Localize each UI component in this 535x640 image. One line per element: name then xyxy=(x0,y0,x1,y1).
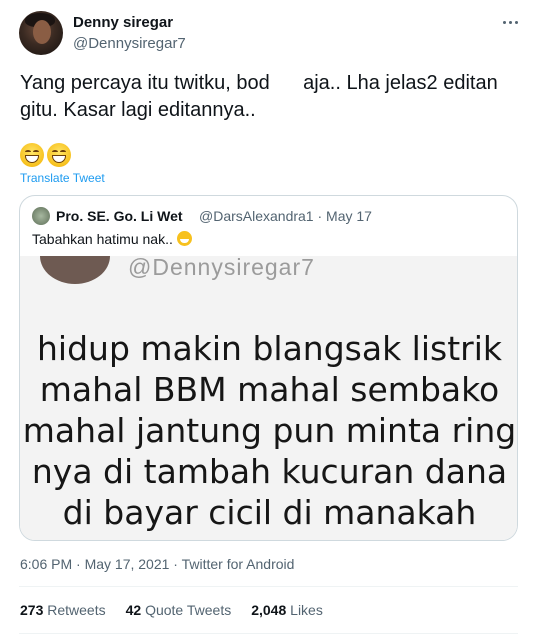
quoted-handle-date: @DarsAlexandra1 · May 17 xyxy=(199,208,372,224)
avatar[interactable] xyxy=(19,11,63,55)
divider xyxy=(19,586,518,587)
quoted-author-name: Pro. SE. Go. Li Wet xyxy=(56,208,183,224)
image-text-line: di bayar cicil di manakah xyxy=(62,493,477,532)
quoted-image[interactable]: @Dennysiregar7 hidup makin blangsak list… xyxy=(20,256,517,540)
image-text-line: hidup makin blangsak listrik xyxy=(37,329,502,368)
image-handle: @Dennysiregar7 xyxy=(128,256,315,280)
quoted-text: Tabahkan hatimu nak.. xyxy=(32,231,173,247)
image-avatar xyxy=(40,256,110,284)
author-handle[interactable]: @Dennysiregar7 xyxy=(73,35,186,52)
translate-tweet-link[interactable]: Translate Tweet xyxy=(20,171,105,185)
more-options-icon[interactable] xyxy=(500,16,520,28)
grinning-face-icon xyxy=(47,143,71,167)
quotes-label: Quote Tweets xyxy=(145,602,232,618)
author-name[interactable]: Denny siregar xyxy=(73,14,173,31)
grinning-face-icon xyxy=(20,143,44,167)
image-text: hidup makin blangsak listrik mahal BBM m… xyxy=(20,328,517,540)
image-text-line: mahal jantung pun minta ring xyxy=(22,411,517,450)
emoji-row xyxy=(20,143,71,167)
tweet-meta[interactable]: 6:06 PM · May 17, 2021 · Twitter for And… xyxy=(20,556,294,572)
retweets-stat[interactable]: 273 Retweets xyxy=(20,602,106,618)
image-text-line: nya di tambah kucuran dana xyxy=(31,452,508,491)
quotes-count: 42 xyxy=(125,602,142,618)
likes-label: Likes xyxy=(290,602,323,618)
retweets-count: 273 xyxy=(20,602,44,618)
likes-stat[interactable]: 2,048 Likes xyxy=(251,602,323,618)
likes-count: 2,048 xyxy=(251,602,287,618)
divider xyxy=(19,633,518,634)
quoted-avatar[interactable] xyxy=(32,207,50,225)
quote-tweets-stat[interactable]: 42 Quote Tweets xyxy=(126,602,232,618)
tweet: Denny siregar @Dennysiregar7 Yang percay… xyxy=(0,0,535,640)
tears-of-joy-icon xyxy=(176,231,192,246)
avatar-face xyxy=(33,20,51,44)
retweets-label: Retweets xyxy=(47,602,106,618)
image-text-line: mahal BBM mahal sembako xyxy=(39,370,500,409)
quoted-tweet[interactable]: Pro. SE. Go. Li Wet @DarsAlexandra1 · Ma… xyxy=(19,195,518,541)
image-text-line: perasaan mu bantulah kami xyxy=(20,533,517,540)
quoted-text-row: Tabahkan hatimu nak.. xyxy=(32,231,192,247)
tweet-stats: 273 Retweets 42 Quote Tweets 2,048 Likes xyxy=(20,602,323,618)
tweet-text: Yang percaya itu twitku, bod aja.. Lha j… xyxy=(20,72,498,121)
